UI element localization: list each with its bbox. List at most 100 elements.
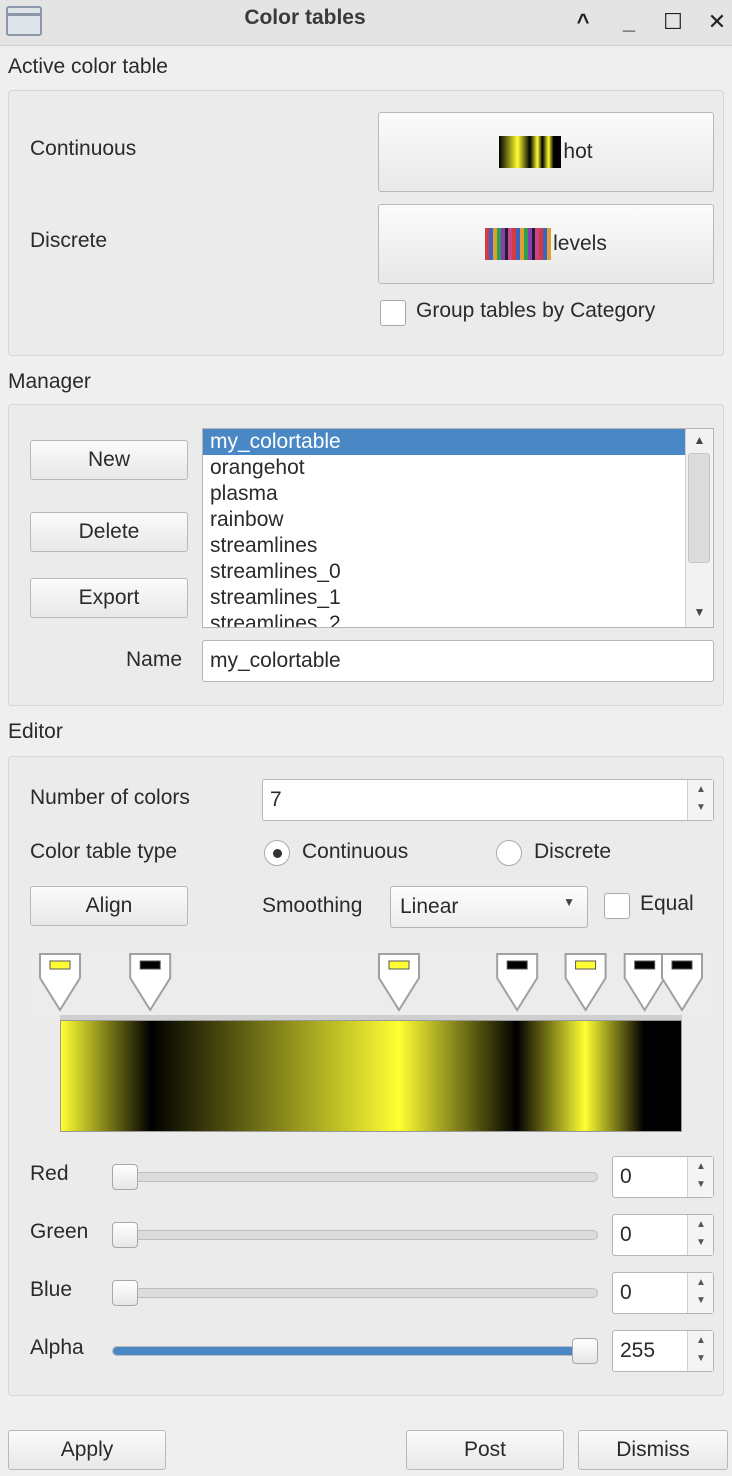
levels-swatch-icon <box>485 228 552 260</box>
spin-down-icon[interactable]: ▼ <box>688 1353 714 1364</box>
discrete-value: levels <box>553 232 607 255</box>
list-item[interactable]: streamlines_2 <box>203 611 685 627</box>
name-input[interactable]: my_colortable <box>202 640 714 682</box>
alpha-slider-fill <box>113 1347 597 1355</box>
number-of-colors-spin[interactable]: ▲ ▼ <box>687 780 713 820</box>
spin-down-icon[interactable]: ▼ <box>688 1179 714 1190</box>
hot-swatch-icon <box>499 136 562 168</box>
list-item[interactable]: streamlines_0 <box>203 559 685 585</box>
green-value: 0 <box>620 1223 632 1246</box>
colortable-list[interactable]: my_colortable orangehot plasma rainbow s… <box>202 428 714 628</box>
list-scrollbar[interactable]: ▲ ▼ <box>685 429 713 627</box>
blue-spinbox[interactable]: 0 ▲ ▼ <box>612 1272 714 1314</box>
blue-label: Blue <box>30 1278 73 1301</box>
scroll-up-icon[interactable]: ▲ <box>686 429 713 451</box>
control-point-4[interactable] <box>564 953 607 1012</box>
continuous-label: Continuous <box>30 137 137 160</box>
list-item[interactable]: streamlines_1 <box>203 585 685 611</box>
list-item[interactable]: streamlines <box>203 533 685 559</box>
collapse-icon[interactable]: ^ <box>566 6 600 38</box>
spin-down-icon[interactable]: ▼ <box>688 1237 714 1248</box>
red-value: 0 <box>620 1165 632 1188</box>
red-label: Red <box>30 1162 69 1185</box>
control-point-2[interactable] <box>377 953 420 1012</box>
delete-button[interactable]: Delete <box>30 512 188 552</box>
equal-label: Equal <box>640 892 694 915</box>
discrete-label: Discrete <box>30 229 108 252</box>
alpha-spinbox[interactable]: 255 ▲ ▼ <box>612 1330 714 1372</box>
editor-section-label: Editor <box>8 720 63 743</box>
red-spin[interactable]: ▲ ▼ <box>687 1157 713 1197</box>
list-item[interactable]: rainbow <box>203 507 685 533</box>
green-label: Green <box>30 1220 89 1243</box>
minimize-icon[interactable]: _ <box>612 6 646 38</box>
continuous-colortable-button[interactable]: hot <box>378 112 714 192</box>
list-item[interactable]: orangehot <box>203 455 685 481</box>
smoothing-value: Linear <box>400 895 459 918</box>
list-scroll-thumb[interactable] <box>688 453 710 563</box>
discrete-radio-label: Discrete <box>534 840 612 863</box>
continuous-value: hot <box>563 140 593 163</box>
red-slider-track[interactable] <box>112 1172 598 1182</box>
scroll-down-icon[interactable]: ▼ <box>686 601 713 623</box>
new-button[interactable]: New <box>30 440 188 480</box>
spin-up-icon[interactable]: ▲ <box>688 1161 714 1172</box>
red-slider-handle[interactable] <box>112 1164 138 1190</box>
align-button[interactable]: Align <box>30 886 188 926</box>
manager-section-label: Manager <box>8 370 91 393</box>
active-section-label: Active color table <box>8 55 168 78</box>
number-of-colors-spinbox[interactable]: 7 ▲ ▼ <box>262 779 714 821</box>
alpha-spin[interactable]: ▲ ▼ <box>687 1331 713 1371</box>
list-item[interactable]: plasma <box>203 481 685 507</box>
group-by-category-checkbox[interactable] <box>380 300 406 326</box>
discrete-radio[interactable] <box>496 840 522 866</box>
maximize-icon[interactable]: ☐ <box>656 6 690 38</box>
continuous-radio-label: Continuous <box>302 840 409 863</box>
smoothing-dropdown[interactable]: Linear ▼ <box>390 886 588 928</box>
continuous-radio[interactable] <box>264 840 290 866</box>
colortable-preview <box>60 1020 682 1132</box>
color-table-type-label: Color table type <box>30 840 178 863</box>
equal-checkbox[interactable] <box>604 893 630 919</box>
post-button[interactable]: Post <box>406 1430 564 1470</box>
alpha-value: 255 <box>620 1339 656 1362</box>
export-button[interactable]: Export <box>30 578 188 618</box>
discrete-colortable-button[interactable]: levels <box>378 204 714 284</box>
close-icon[interactable]: ✕ <box>700 6 732 38</box>
control-point-5[interactable] <box>623 953 666 1012</box>
green-slider-track[interactable] <box>112 1230 598 1240</box>
control-point-area[interactable] <box>30 946 714 1016</box>
control-point-6[interactable] <box>661 953 703 1012</box>
alpha-label: Alpha <box>30 1336 84 1359</box>
blue-value: 0 <box>620 1281 632 1304</box>
group-by-category-label: Group tables by Category <box>416 299 656 322</box>
spin-up-icon[interactable]: ▲ <box>688 784 714 795</box>
spin-down-icon[interactable]: ▼ <box>688 802 714 813</box>
apply-button[interactable]: Apply <box>8 1430 166 1470</box>
green-spinbox[interactable]: 0 ▲ ▼ <box>612 1214 714 1256</box>
blue-slider-track[interactable] <box>112 1288 598 1298</box>
list-item[interactable]: my_colortable <box>203 429 685 455</box>
number-of-colors-label: Number of colors <box>30 786 190 809</box>
control-point-0[interactable] <box>39 953 81 1012</box>
smoothing-label: Smoothing <box>262 894 363 917</box>
number-of-colors-value: 7 <box>270 788 282 811</box>
green-spin[interactable]: ▲ ▼ <box>687 1215 713 1255</box>
control-point-1[interactable] <box>129 953 172 1012</box>
green-slider-handle[interactable] <box>112 1222 138 1248</box>
chevron-down-icon: ▼ <box>563 895 575 909</box>
alpha-slider-track[interactable] <box>112 1346 598 1356</box>
spin-up-icon[interactable]: ▲ <box>688 1335 714 1346</box>
alpha-slider-handle[interactable] <box>572 1338 598 1364</box>
control-point-3[interactable] <box>496 953 539 1012</box>
spin-down-icon[interactable]: ▼ <box>688 1295 714 1306</box>
window-title: Color tables <box>244 6 366 29</box>
dismiss-button[interactable]: Dismiss <box>578 1430 728 1470</box>
blue-slider-handle[interactable] <box>112 1280 138 1306</box>
control-points[interactable] <box>30 946 714 1016</box>
spin-up-icon[interactable]: ▲ <box>688 1219 714 1230</box>
spin-up-icon[interactable]: ▲ <box>688 1277 714 1288</box>
red-spinbox[interactable]: 0 ▲ ▼ <box>612 1156 714 1198</box>
name-label: Name <box>126 648 183 671</box>
blue-spin[interactable]: ▲ ▼ <box>687 1273 713 1313</box>
